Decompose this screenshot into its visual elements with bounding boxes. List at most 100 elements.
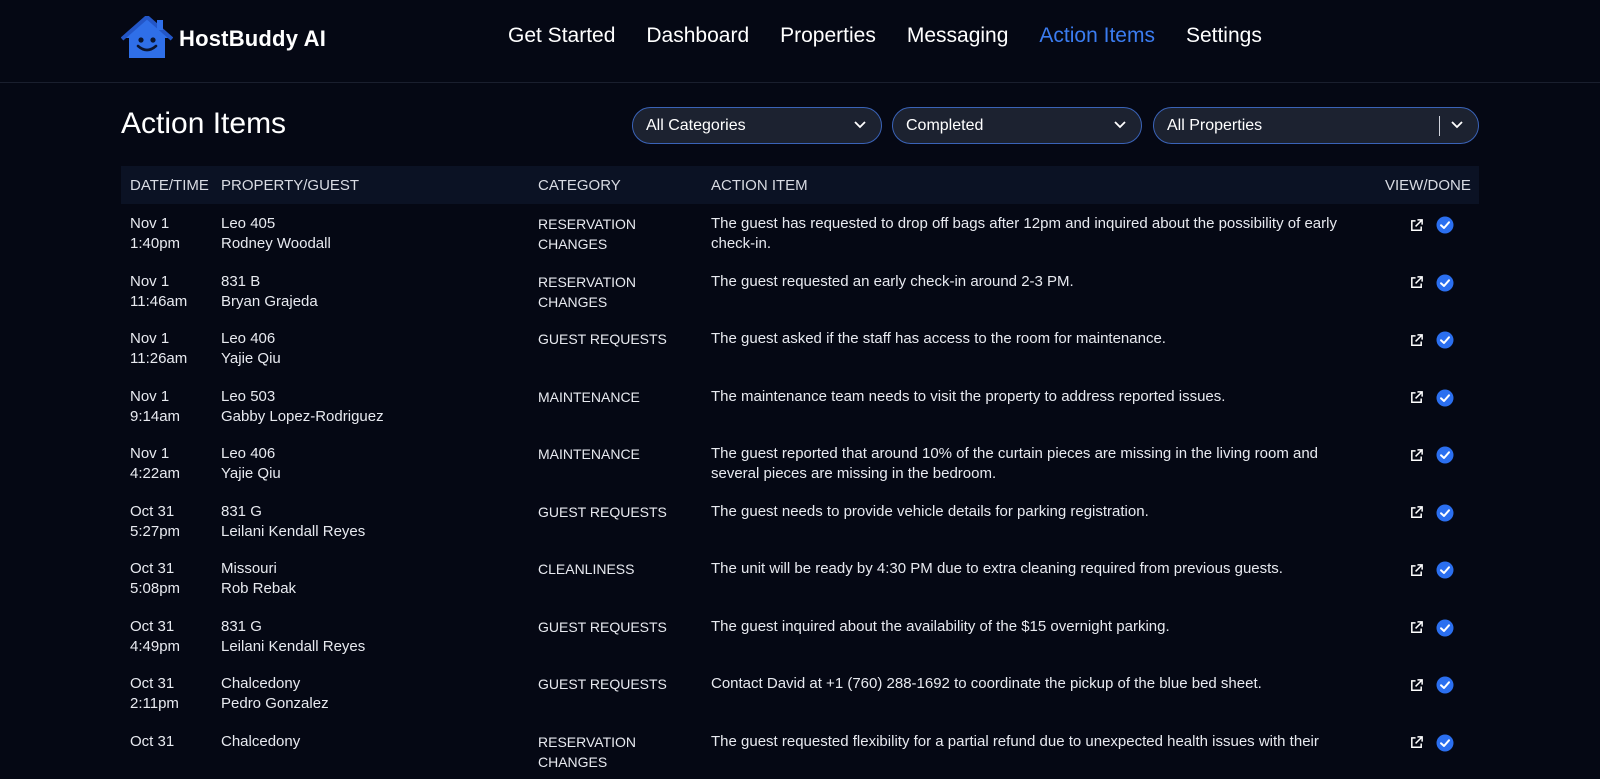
- brand-name: HostBuddy AI: [179, 26, 326, 52]
- external-link-icon[interactable]: [1409, 678, 1424, 693]
- row-date: Nov 1: [130, 329, 215, 349]
- property-guest-cell: Chalcedony Pedro Gonzalez: [221, 674, 521, 714]
- property-guest-cell: 831 G Leilani Kendall Reyes: [221, 617, 521, 657]
- property-filter-dropdown[interactable]: All Properties: [1153, 107, 1479, 144]
- check-circle-icon[interactable]: [1436, 216, 1454, 234]
- property-guest-cell: Leo 406 Yajie Qiu: [221, 444, 521, 484]
- view-done-cell: [1409, 446, 1454, 464]
- view-done-cell: [1409, 619, 1454, 637]
- row-guest: Yajie Qiu: [221, 349, 521, 369]
- table-row: Nov 1 11:46am 831 B Bryan Grajeda RESERV…: [121, 262, 1479, 320]
- category-filter-dropdown[interactable]: All Categories: [632, 107, 882, 144]
- check-circle-icon[interactable]: [1436, 676, 1454, 694]
- row-time: 9:14am: [130, 407, 215, 427]
- row-property: 831 G: [221, 502, 521, 522]
- property-filter-value: All Properties: [1167, 117, 1262, 135]
- chevron-down-icon: [853, 117, 867, 131]
- row-property: Chalcedony: [221, 674, 521, 694]
- date-time-cell: Nov 1 9:14am: [130, 387, 215, 427]
- view-done-cell: [1409, 331, 1454, 349]
- row-date: Nov 1: [130, 387, 215, 407]
- row-category: CLEANLINESS: [538, 559, 708, 579]
- external-link-icon[interactable]: [1409, 218, 1424, 233]
- row-property: Leo 406: [221, 444, 521, 464]
- row-action-item: Contact David at +1 (760) 288-1692 to co…: [711, 674, 1366, 694]
- external-link-icon[interactable]: [1409, 333, 1424, 348]
- row-time: 11:46am: [130, 292, 215, 312]
- date-time-cell: Nov 1 4:22am: [130, 444, 215, 484]
- check-circle-icon[interactable]: [1436, 446, 1454, 464]
- view-done-cell: [1409, 561, 1454, 579]
- row-date: Oct 31: [130, 617, 215, 637]
- row-date: Nov 1: [130, 444, 215, 464]
- row-guest: Pedro Gonzalez: [221, 694, 521, 714]
- status-filter-dropdown[interactable]: Completed: [892, 107, 1142, 144]
- check-circle-icon[interactable]: [1436, 504, 1454, 522]
- house-smiley-icon: [121, 16, 173, 62]
- property-guest-cell: 831 G Leilani Kendall Reyes: [221, 502, 521, 542]
- nav-messaging[interactable]: Messaging: [907, 24, 1009, 48]
- row-time: 2:11pm: [130, 694, 215, 714]
- row-time: 11:26am: [130, 349, 215, 369]
- view-done-cell: [1409, 676, 1454, 694]
- brand-logo[interactable]: HostBuddy AI: [121, 16, 326, 62]
- row-date: Oct 31: [130, 502, 215, 522]
- check-circle-icon[interactable]: [1436, 389, 1454, 407]
- check-circle-icon[interactable]: [1436, 561, 1454, 579]
- property-guest-cell: Chalcedony: [221, 732, 521, 752]
- row-property: 831 G: [221, 617, 521, 637]
- header-action-item[interactable]: ACTION ITEM: [711, 177, 808, 194]
- property-guest-cell: Missouri Rob Rebak: [221, 559, 521, 599]
- external-link-icon[interactable]: [1409, 275, 1424, 290]
- row-action-item: The maintenance team needs to visit the …: [711, 387, 1366, 407]
- main-nav: Get Started Dashboard Properties Messagi…: [508, 24, 1293, 48]
- action-items-table: DATE/TIME PROPERTY/GUEST CATEGORY ACTION…: [121, 166, 1479, 779]
- row-category: RESERVATION CHANGES: [538, 732, 708, 772]
- row-property: Leo 503: [221, 387, 521, 407]
- property-guest-cell: Leo 406 Yajie Qiu: [221, 329, 521, 369]
- external-link-icon[interactable]: [1409, 448, 1424, 463]
- row-action-item: The unit will be ready by 4:30 PM due to…: [711, 559, 1366, 579]
- view-done-cell: [1409, 216, 1454, 234]
- row-date: Nov 1: [130, 214, 215, 234]
- external-link-icon[interactable]: [1409, 390, 1424, 405]
- page-title: Action Items: [121, 107, 286, 141]
- row-time: 5:27pm: [130, 522, 215, 542]
- row-guest: Rodney Woodall: [221, 234, 521, 254]
- dropdown-separator: [1439, 116, 1440, 136]
- header-date-time[interactable]: DATE/TIME: [130, 177, 209, 194]
- row-category: RESERVATION CHANGES: [538, 272, 708, 312]
- nav-settings[interactable]: Settings: [1186, 24, 1262, 48]
- table-row: Nov 1 4:22am Leo 406 Yajie Qiu MAINTENAN…: [121, 434, 1479, 492]
- header-category[interactable]: CATEGORY: [538, 177, 621, 194]
- external-link-icon[interactable]: [1409, 620, 1424, 635]
- check-circle-icon[interactable]: [1436, 274, 1454, 292]
- check-circle-icon[interactable]: [1436, 331, 1454, 349]
- view-done-cell: [1409, 389, 1454, 407]
- date-time-cell: Oct 31 4:49pm: [130, 617, 215, 657]
- check-circle-icon[interactable]: [1436, 619, 1454, 637]
- row-time: 5:08pm: [130, 579, 215, 599]
- row-date: Oct 31: [130, 559, 215, 579]
- check-circle-icon[interactable]: [1436, 734, 1454, 752]
- table-row: Nov 1 1:40pm Leo 405 Rodney Woodall RESE…: [121, 204, 1479, 262]
- row-property: Missouri: [221, 559, 521, 579]
- top-navigation-bar: HostBuddy AI Get Started Dashboard Prope…: [0, 0, 1600, 83]
- row-guest: Leilani Kendall Reyes: [221, 637, 521, 657]
- chevron-down-icon: [1113, 117, 1127, 131]
- category-filter-value: All Categories: [646, 117, 746, 135]
- date-time-cell: Oct 31 5:27pm: [130, 502, 215, 542]
- date-time-cell: Oct 31: [130, 732, 215, 752]
- header-property-guest[interactable]: PROPERTY/GUEST: [221, 177, 359, 194]
- row-category: MAINTENANCE: [538, 444, 708, 464]
- row-time: 1:40pm: [130, 234, 215, 254]
- nav-action-items[interactable]: Action Items: [1039, 24, 1155, 48]
- external-link-icon[interactable]: [1409, 563, 1424, 578]
- nav-dashboard[interactable]: Dashboard: [646, 24, 749, 48]
- nav-get-started[interactable]: Get Started: [508, 24, 615, 48]
- external-link-icon[interactable]: [1409, 735, 1424, 750]
- external-link-icon[interactable]: [1409, 505, 1424, 520]
- date-time-cell: Nov 1 11:26am: [130, 329, 215, 369]
- date-time-cell: Oct 31 2:11pm: [130, 674, 215, 714]
- nav-properties[interactable]: Properties: [780, 24, 876, 48]
